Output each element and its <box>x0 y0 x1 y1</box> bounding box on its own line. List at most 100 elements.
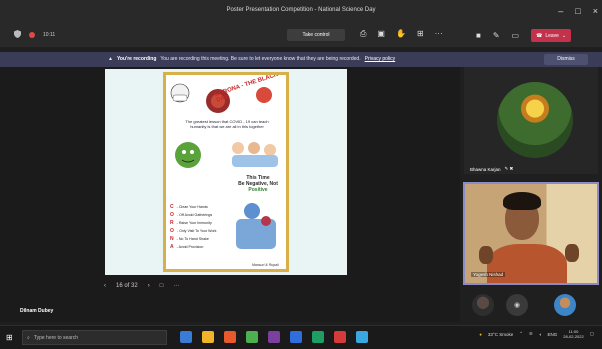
taskbar-app-icon[interactable] <box>202 331 214 343</box>
taskbar-app-icon[interactable] <box>180 331 192 343</box>
poster-signature: Mansuri & Rupali <box>252 263 279 267</box>
slogan-line2: Be Negative, Not Positive <box>228 181 286 193</box>
acrostic-row: A- Avoid Provision <box>170 243 216 251</box>
participant-label: Bhawna Karjan ✎ ✖ <box>470 166 513 172</box>
search-icon: ⌕ <box>27 335 30 341</box>
windows-start-icon[interactable]: ⊞ <box>6 333 13 342</box>
more-icon[interactable]: ··· <box>435 29 443 39</box>
acrostic-row: C- Clean Your Hands <box>170 203 216 211</box>
taskbar-search-input[interactable]: ⌕ Type here to search <box>22 330 167 345</box>
taskbar-app-icon[interactable] <box>224 331 236 343</box>
clock-date: 28-02-2022 <box>563 334 584 339</box>
participant-name: Yogesh Nishad <box>471 272 506 277</box>
maximize-button[interactable]: □ <box>575 6 580 16</box>
next-slide-button[interactable]: › <box>148 283 150 289</box>
shared-content-stage: CORONA - THE BLACK DAY The greatest less… <box>0 67 460 322</box>
slide-counter: 16 of 32 <box>116 283 138 289</box>
poster-lesson-line2: humanity is that we are all in this toge… <box>190 124 264 129</box>
video-person-hand <box>565 244 579 262</box>
window-title: Poster Presentation Competition - Nation… <box>226 7 376 13</box>
language-indicator[interactable]: ENG <box>548 332 558 337</box>
participant-name: Bhawna Karjan <box>470 166 501 172</box>
banner-message: ▲ You're recording You are recording thi… <box>108 56 395 62</box>
acrostic-row: O- Only Visit To Your Work <box>170 227 216 235</box>
system-tray: ● 33°C Smoke ⌃ ≋ ◖ ENG 11:00 28-02-2022 … <box>479 329 594 339</box>
chat-icon[interactable]: ▣ <box>377 29 385 39</box>
acrostic-text: - Raise Your Immunity <box>176 221 212 225</box>
participant-thumbnail[interactable] <box>554 294 576 316</box>
apps-icon[interactable]: ⊞ <box>417 29 424 39</box>
take-control-button[interactable]: Take control <box>287 29 345 41</box>
camera-icon[interactable]: ■ <box>476 31 481 40</box>
notification-icon[interactable]: ▢ <box>590 331 594 337</box>
camera-off-icon: ◉ <box>513 302 521 309</box>
avatar <box>497 82 573 158</box>
participants-panel: Bhawna Karjan ✎ ✖ Yogesh Nishad ◉ <box>460 67 602 322</box>
acrostic-text: - Avoid Provision <box>176 245 204 249</box>
participant-tile[interactable]: Bhawna Karjan ✎ ✖ <box>464 67 598 174</box>
mic-icon[interactable]: ✎ <box>493 31 500 40</box>
presentation-slide: CORONA - THE BLACK DAY The greatest less… <box>105 69 347 275</box>
window-controls: – □ × <box>558 6 598 16</box>
poster: CORONA - THE BLACK DAY The greatest less… <box>163 72 289 272</box>
taskbar-apps <box>180 331 368 343</box>
chevron-down-icon: ⌄ <box>561 32 567 39</box>
banner-text: You are recording this meeting. Be sure … <box>160 56 361 62</box>
weather-text: 33°C Smoke <box>487 331 514 337</box>
video-person-body <box>487 244 567 283</box>
chevron-up-icon[interactable]: ⌃ <box>519 331 523 337</box>
acrostic-letter: R <box>170 220 174 226</box>
recording-icon <box>29 32 35 38</box>
close-button[interactable]: × <box>593 6 598 16</box>
taskbar-app-icon[interactable] <box>334 331 346 343</box>
meeting-status: 10:11 <box>14 30 55 40</box>
acrostic-letter: O <box>170 228 174 234</box>
dismiss-button[interactable]: Dismiss <box>544 54 588 65</box>
video-person-hair <box>503 192 541 210</box>
acrostic-row: O- Off Avoid Gatherings <box>170 211 216 219</box>
acrostic-letter: N <box>170 236 174 242</box>
volume-icon[interactable]: ◖ <box>539 332 542 337</box>
acrostic-text: - Clean Your Hands <box>176 205 208 209</box>
screen-share-icon[interactable]: ▭ <box>512 31 520 40</box>
search-placeholder: Type here to search <box>33 335 79 341</box>
acrostic-letter: A <box>170 244 174 250</box>
taskbar-app-icon[interactable] <box>356 331 368 343</box>
participant-thumbnail[interactable] <box>472 294 494 316</box>
prev-slide-button[interactable]: ‹ <box>104 283 106 289</box>
banner-heading: You're recording <box>116 56 157 62</box>
shield-icon <box>14 30 21 40</box>
phone-icon: ☎ <box>536 32 543 39</box>
more-icon[interactable]: ··· <box>173 283 179 289</box>
mic-muted-icon: ✎ ✖ <box>504 166 514 171</box>
windows-taskbar: ⊞ ⌕ Type here to search ● 33°C Smoke ⌃ ≋… <box>0 325 602 349</box>
participant-thumbnail[interactable]: ◉ <box>506 294 528 316</box>
participant-video-tile[interactable]: Yogesh Nishad <box>463 182 599 285</box>
privacy-policy-link[interactable]: Privacy policy <box>365 56 396 62</box>
taskbar-app-icon[interactable] <box>268 331 280 343</box>
taskbar-app-icon[interactable] <box>246 331 258 343</box>
acrostic-letter: O <box>170 212 174 218</box>
leave-button[interactable]: ☎ Leave ⌄ <box>531 29 572 42</box>
poster-acrostic: C- Clean Your Hands O - Off Avoid Gatherin… <box>170 203 216 251</box>
wifi-icon[interactable]: ≋ <box>529 331 533 337</box>
warning-icon: ▲ <box>108 56 113 62</box>
toolbar-right: ■ ✎ ▭ ☎ Leave ⌄ <box>476 29 572 42</box>
slide-pager: ‹ 16 of 32 › □ ··· <box>104 283 179 289</box>
reactions-icon[interactable]: ✋ <box>396 29 406 39</box>
acrostic-text: - Only Visit To Your Work <box>176 229 217 233</box>
acrostic-text: - Off Avoid Gatherings <box>176 213 213 217</box>
sync-icon[interactable]: □ <box>160 283 164 289</box>
minimize-button[interactable]: – <box>558 6 563 16</box>
share-icon[interactable]: ⎙ <box>360 29 366 39</box>
presenter-name: Dilnam Dubey <box>20 308 54 314</box>
video-person-hand <box>479 246 493 264</box>
clock[interactable]: 11:00 28-02-2022 <box>563 329 583 339</box>
acrostic-row: R- Raise Your Immunity <box>170 219 216 227</box>
taskbar-app-icon[interactable] <box>290 331 302 343</box>
slogan-accent: Positive <box>248 187 268 193</box>
weather-icon: ● <box>479 331 482 337</box>
taskbar-app-icon[interactable] <box>312 331 324 343</box>
acrostic-letter: C <box>170 204 174 210</box>
recording-banner: ▲ You're recording You are recording thi… <box>0 52 602 67</box>
